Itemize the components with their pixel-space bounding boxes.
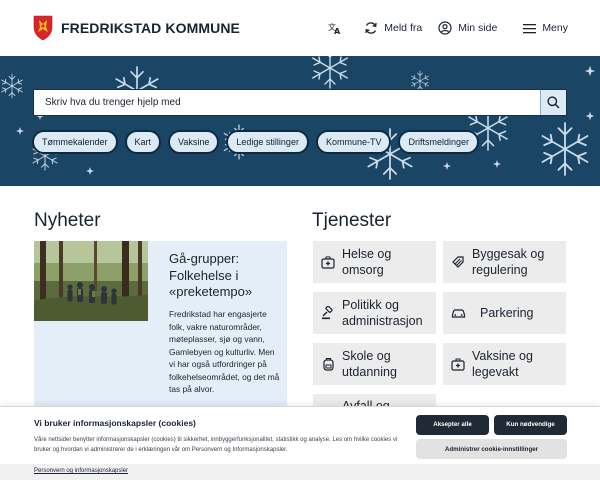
meld-fra-button[interactable]: Meld fra (364, 21, 422, 35)
min-side-label: Min side (458, 22, 498, 34)
header-nav: 文 A Meld fra Min side Meny (328, 21, 568, 35)
news-excerpt: Fredrikstad har engasjerte folk, vakre n… (169, 309, 280, 394)
site-logo-text[interactable]: FREDRIKSTAD KOMMUNE (61, 20, 240, 36)
only-necessary-button[interactable]: Kun nødvendige (494, 415, 567, 435)
service-parkering[interactable]: Parkering (443, 292, 566, 334)
translate-icon: 文 A (328, 22, 341, 35)
privacy-link[interactable]: Personvern og informasjonskapsler (34, 468, 128, 474)
search-icon (547, 96, 560, 109)
medical-kit-icon (320, 254, 336, 270)
services-heading: Tjenester (312, 210, 392, 231)
news-title[interactable]: Gå-grupper: Folkehelse i «preketempo» (169, 251, 279, 301)
service-label: Byggesak og regulering (472, 247, 545, 277)
chip-kommune-tv[interactable]: Kommune-TV (315, 130, 392, 154)
chip-tommekalender[interactable]: Tømmekalender (32, 130, 118, 154)
chip-vaksine[interactable]: Vaksine (168, 130, 220, 154)
refresh-arrows-icon (365, 22, 377, 34)
chip-driftsmeldinger[interactable]: Driftsmeldinger (398, 130, 480, 154)
menu-label: Meny (542, 22, 568, 34)
hamburger-menu-icon (523, 23, 537, 33)
service-helse-og-omsorg[interactable]: Helse og omsorg (313, 241, 436, 283)
hero-banner: Skriv hva du trenger hjelp med Tømmekale… (0, 56, 600, 186)
medical-case-icon (450, 356, 466, 372)
service-label: Skole og utdanning (342, 349, 397, 379)
search-button[interactable] (540, 90, 566, 115)
cookie-footer: Personvern og informasjonskapsler (0, 464, 600, 480)
search-input[interactable]: Skriv hva du trenger hjelp med (34, 90, 540, 115)
gavel-icon (320, 305, 336, 321)
min-side-button[interactable]: Min side (438, 21, 497, 35)
news-photo-hikers[interactable] (34, 241, 148, 321)
snowflake-pattern-icon (1, 56, 596, 180)
search-bar: Skriv hva du trenger hjelp med (33, 89, 567, 116)
service-label: Vaksine og legevakt (472, 349, 533, 379)
quick-links: Tømmekalender Kart Vaksine Ledige stilli… (32, 130, 480, 154)
service-skole-og-utdanning[interactable]: Skole og utdanning (313, 343, 436, 385)
coat-of-arms-icon[interactable] (33, 15, 53, 41)
meld-fra-label: Meld fra (384, 22, 423, 34)
accept-all-button[interactable]: Aksepter alle (416, 415, 489, 435)
car-icon (450, 305, 466, 321)
news-card[interactable]: Gå-grupper: Folkehelse i «preketempo» Fr… (34, 241, 287, 411)
site-header: FREDRIKSTAD KOMMUNE 文 A Meld fra Min sid… (0, 0, 600, 56)
language-button[interactable]: 文 A (328, 21, 342, 35)
menu-button[interactable]: Meny (523, 22, 568, 34)
chip-kart[interactable]: Kart (124, 130, 162, 154)
service-label: Politikk og administrasjon (342, 298, 423, 328)
service-vaksine-og-legevakt[interactable]: Vaksine og legevakt (443, 343, 566, 385)
cookie-description: Våre nettsider benytter informasjonskaps… (34, 437, 398, 453)
building-tag-icon (450, 254, 466, 270)
user-circle-icon (438, 21, 452, 35)
backpack-icon (320, 356, 336, 372)
service-byggesak-og-regulering[interactable]: Byggesak og regulering (443, 241, 566, 283)
news-heading: Nyheter (34, 210, 101, 231)
manage-cookies-button[interactable]: Administrer cookie-innstillinger (416, 439, 567, 459)
service-label: Helse og omsorg (342, 247, 392, 277)
cookie-title: Vi bruker informasjonskapsler (cookies) (34, 418, 196, 428)
chip-ledige-stillinger[interactable]: Ledige stillinger (226, 130, 309, 154)
service-politikk-og-administrasjon[interactable]: Politikk og administrasjon (313, 292, 436, 334)
svg-text:A: A (334, 27, 341, 35)
service-label: Parkering (480, 306, 534, 320)
